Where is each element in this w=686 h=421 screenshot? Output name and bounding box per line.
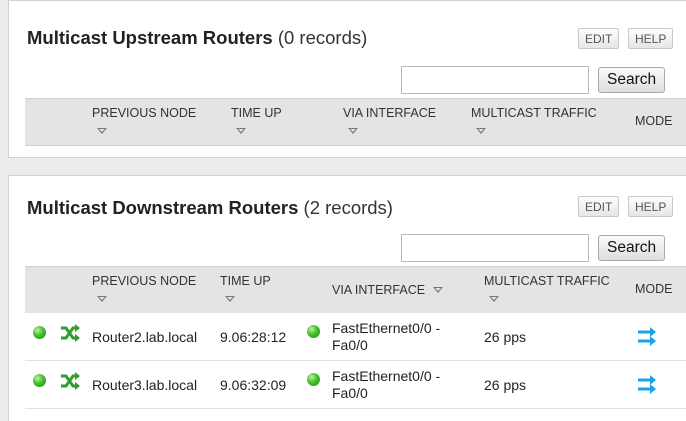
col-previous-node[interactable]: PREVIOUS NODE bbox=[92, 274, 196, 304]
col-multicast-traffic-label: MULTICAST TRAFFIC bbox=[484, 274, 610, 288]
router-shuffle-icon bbox=[59, 371, 81, 396]
col-time-up[interactable]: TIME UP bbox=[231, 106, 282, 136]
router-node-link[interactable]: Router2.lab.local bbox=[92, 329, 197, 346]
col-multicast-traffic-label: MULTICAST TRAFFIC bbox=[471, 106, 597, 120]
sort-down-icon[interactable] bbox=[97, 128, 107, 134]
traffic-value: 26 pps bbox=[484, 329, 527, 345]
col-via-interface[interactable]: VIA INTERFACE bbox=[343, 106, 436, 136]
downstream-title-text: Multicast Downstream Routers bbox=[27, 197, 299, 218]
sort-down-icon[interactable] bbox=[236, 128, 246, 134]
router-shuffle-icon bbox=[59, 323, 81, 348]
table-row[interactable]: Router3.lab.local 9.06:32:09 FastEtherne… bbox=[25, 361, 686, 409]
sort-down-icon[interactable] bbox=[476, 128, 486, 134]
traffic-value: 26 pps bbox=[484, 377, 527, 393]
sort-down-icon[interactable] bbox=[348, 128, 358, 134]
interface-status-icon bbox=[307, 373, 320, 386]
upstream-panel-title: Multicast Upstream Routers (0 records) bbox=[27, 27, 367, 49]
interface-line1: FastEthernet0/0 - bbox=[332, 320, 441, 336]
interface-link[interactable]: FastEthernet0/0 - Fa0/0 bbox=[332, 320, 440, 354]
downstream-panel-title: Multicast Downstream Routers (2 records) bbox=[27, 197, 393, 219]
downstream-search-input[interactable] bbox=[401, 234, 589, 262]
upstream-table-header: PREVIOUS NODE TIME UP VIA INTERFACE MULT… bbox=[25, 98, 686, 146]
col-mode[interactable]: MODE bbox=[635, 282, 673, 297]
downstream-table-header: PREVIOUS NODE TIME UP VIA INTERFACE MULT… bbox=[25, 266, 686, 314]
col-previous-node-label: PREVIOUS NODE bbox=[92, 106, 197, 120]
upstream-routers-panel: Multicast Upstream Routers (0 records) E… bbox=[8, 0, 686, 158]
sort-down-icon[interactable] bbox=[225, 296, 235, 302]
bidirectional-arrows-icon bbox=[636, 373, 658, 400]
downstream-edit-button[interactable]: EDIT bbox=[578, 196, 620, 217]
router-node-link[interactable]: Router3.lab.local bbox=[92, 377, 197, 394]
green-status-icon bbox=[33, 326, 46, 339]
downstream-help-button[interactable]: HELP bbox=[628, 196, 674, 217]
time-up-value: 9.06:32:09 bbox=[220, 377, 287, 393]
upstream-help-button[interactable]: HELP bbox=[628, 28, 674, 49]
upstream-record-count: (0 records) bbox=[277, 27, 368, 48]
col-via-interface-label: VIA INTERFACE bbox=[343, 106, 437, 120]
downstream-routers-panel: Multicast Downstream Routers (2 records)… bbox=[8, 175, 686, 421]
upstream-search-input[interactable] bbox=[401, 66, 589, 94]
col-previous-node-label: PREVIOUS NODE bbox=[92, 274, 197, 288]
upstream-edit-button[interactable]: EDIT bbox=[578, 28, 620, 49]
interface-link[interactable]: FastEthernet0/0 - Fa0/0 bbox=[332, 368, 440, 402]
col-time-up-label: TIME UP bbox=[220, 274, 271, 288]
col-via-interface[interactable]: VIA INTERFACE bbox=[332, 283, 443, 298]
col-via-interface-label: VIA INTERFACE bbox=[332, 283, 426, 297]
table-row[interactable]: Router2.lab.local 9.06:28:12 FastEtherne… bbox=[25, 313, 686, 361]
upstream-search-button[interactable]: Search bbox=[598, 67, 666, 93]
interface-line2: Fa0/0 bbox=[332, 337, 368, 353]
sort-down-icon[interactable] bbox=[97, 296, 107, 302]
col-time-up[interactable]: TIME UP bbox=[220, 274, 271, 304]
interface-status-icon bbox=[307, 325, 320, 338]
col-multicast-traffic[interactable]: MULTICAST TRAFFIC bbox=[471, 106, 597, 136]
interface-line1: FastEthernet0/0 - bbox=[332, 368, 441, 384]
green-status-icon bbox=[33, 374, 46, 387]
col-previous-node[interactable]: PREVIOUS NODE bbox=[92, 106, 196, 136]
downstream-record-count: (2 records) bbox=[303, 197, 393, 218]
col-mode[interactable]: MODE bbox=[635, 114, 673, 129]
interface-line2: Fa0/0 bbox=[332, 385, 368, 401]
sort-down-icon[interactable] bbox=[432, 287, 443, 293]
downstream-search-button[interactable]: Search bbox=[598, 235, 666, 261]
col-multicast-traffic[interactable]: MULTICAST TRAFFIC bbox=[484, 274, 610, 304]
time-up-value: 9.06:28:12 bbox=[220, 329, 287, 345]
upstream-title-text: Multicast Upstream Routers bbox=[27, 27, 273, 48]
col-time-up-label: TIME UP bbox=[231, 106, 282, 120]
sort-down-icon[interactable] bbox=[489, 296, 499, 302]
bidirectional-arrows-icon bbox=[636, 325, 658, 352]
